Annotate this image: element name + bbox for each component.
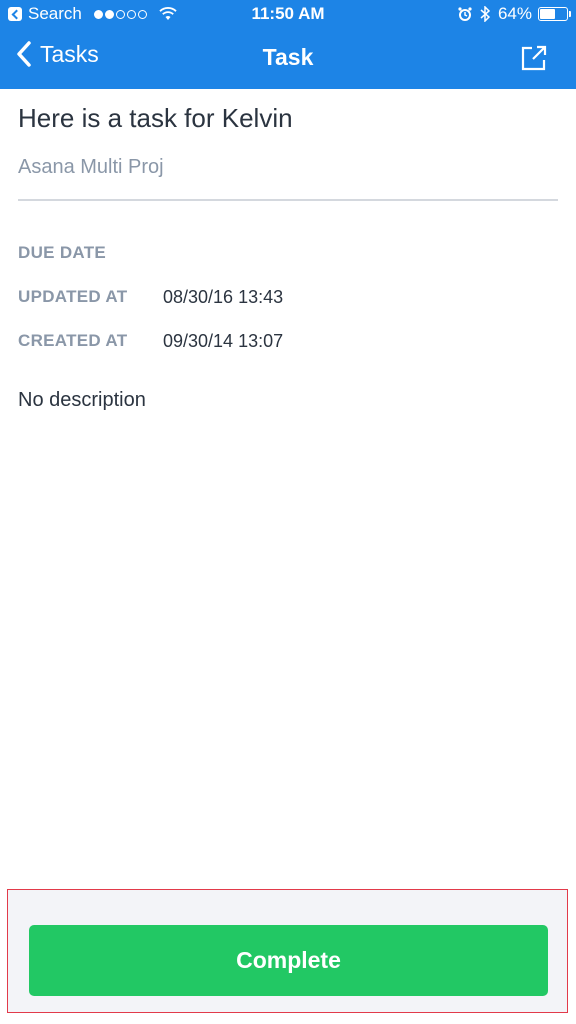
field-due-date[interactable]: DUE DATE [18, 231, 558, 275]
task-name[interactable]: Here is a task for Kelvin [18, 103, 558, 134]
top-bar: Search 11:50 AM 64% Tasks Task [0, 0, 576, 89]
field-value: 08/30/16 13:43 [163, 286, 284, 307]
field-label: DUE DATE [18, 243, 107, 262]
back-button[interactable]: Tasks [16, 40, 99, 68]
field-updated-at: UPDATED AT 08/30/16 13:43 [18, 275, 558, 319]
status-bar: Search 11:50 AM 64% [0, 0, 576, 30]
bluetooth-icon [480, 6, 491, 22]
alarm-icon [458, 7, 472, 21]
battery-percent: 64% [497, 4, 532, 23]
chevron-left-icon [17, 41, 31, 67]
field-created-at: CREATED AT 09/30/14 13:07 [18, 319, 558, 363]
share-icon[interactable] [520, 44, 548, 72]
divider [18, 199, 558, 201]
task-description[interactable]: No description [18, 389, 558, 412]
task-detail: Here is a task for Kelvin Asana Multi Pr… [18, 89, 558, 412]
battery-icon [538, 7, 571, 21]
complete-button[interactable]: Complete [29, 925, 548, 996]
back-button-label[interactable]: Tasks [40, 41, 99, 68]
field-value: 09/30/14 13:07 [163, 330, 284, 351]
task-project[interactable]: Asana Multi Proj [18, 156, 558, 179]
status-right: 64% [458, 4, 571, 24]
field-label: CREATED AT [18, 331, 128, 350]
task-fields: DUE DATE UPDATED AT 08/30/16 13:43 CREAT… [18, 231, 558, 363]
navigation-bar: Tasks Task [0, 30, 576, 89]
field-label: UPDATED AT [18, 287, 128, 306]
action-area: Complete [7, 889, 568, 1013]
